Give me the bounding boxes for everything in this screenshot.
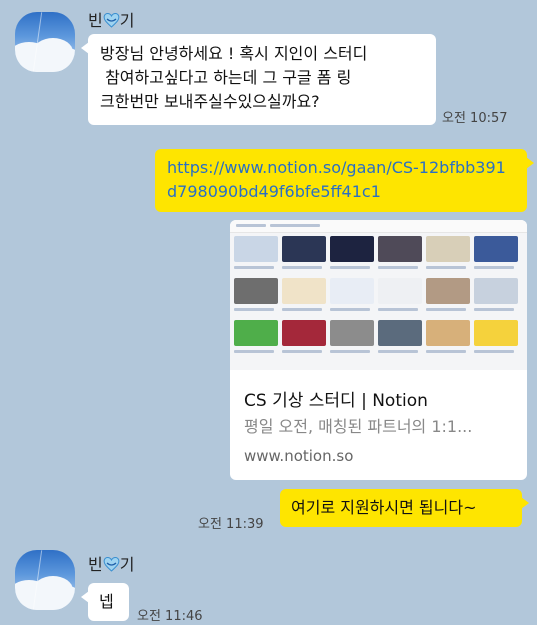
avatar[interactable] bbox=[15, 12, 75, 72]
message-timestamp: 오전 10:57 bbox=[442, 111, 508, 126]
message-text: 여기로 지원하시면 됩니다~ bbox=[291, 498, 477, 517]
sender-name-left: 빈 bbox=[88, 11, 103, 30]
message-timestamp: 오전 11:46 bbox=[137, 609, 203, 624]
preview-description: 평일 오전, 매칭된 파트너의 1:1... bbox=[244, 417, 473, 436]
sender-name-right: 기 bbox=[119, 11, 135, 30]
message-text-line: 크한번만 보내주실수있으실까요? bbox=[100, 92, 320, 111]
message-bubble-apply[interactable]: 여기로 지원하시면 됩니다~ bbox=[280, 489, 529, 527]
message-text-line: 방장님 안녕하세요 ! 혹시 지인이 스터디 bbox=[100, 44, 368, 63]
preview-title[interactable]: CS 기상 스터디 | Notion bbox=[244, 386, 428, 411]
message-bubble-link[interactable]: https://www.notion.so/gaan/CS-12bfbb391 … bbox=[155, 149, 534, 212]
sender-name: 빈기 bbox=[88, 7, 134, 31]
message-bubble-greeting[interactable]: 방장님 안녕하세요 ! 혹시 지인이 스터디 참여하고싶다고 하는데 그 구글 … bbox=[81, 34, 436, 125]
message-timestamp: 오전 11:39 bbox=[198, 517, 264, 532]
avatar[interactable] bbox=[15, 550, 75, 610]
message-bubble-reply[interactable]: 넵 bbox=[81, 583, 129, 621]
blue-heart-icon bbox=[103, 12, 120, 28]
preview-domain: www.notion.so bbox=[244, 447, 354, 465]
sender-name-right: 기 bbox=[119, 555, 135, 574]
message-text: 넵 bbox=[99, 592, 114, 611]
link-text-line[interactable]: d798090bd49f6bfe5ff41c1 bbox=[167, 180, 515, 204]
sender-name: 빈기 bbox=[88, 551, 134, 575]
link-preview-card[interactable]: CS 기상 스터디 | Notion 평일 오전, 매칭된 파트너의 1:1..… bbox=[230, 220, 527, 480]
message-text-line: 참여하고싶다고 하는데 그 구글 폼 링 bbox=[100, 68, 352, 87]
blue-heart-icon bbox=[103, 556, 120, 572]
webpage-thumbnail-icon bbox=[230, 220, 527, 370]
sender-name-left: 빈 bbox=[88, 555, 103, 574]
link-text-line[interactable]: https://www.notion.so/gaan/CS-12bfbb391 bbox=[167, 156, 515, 180]
